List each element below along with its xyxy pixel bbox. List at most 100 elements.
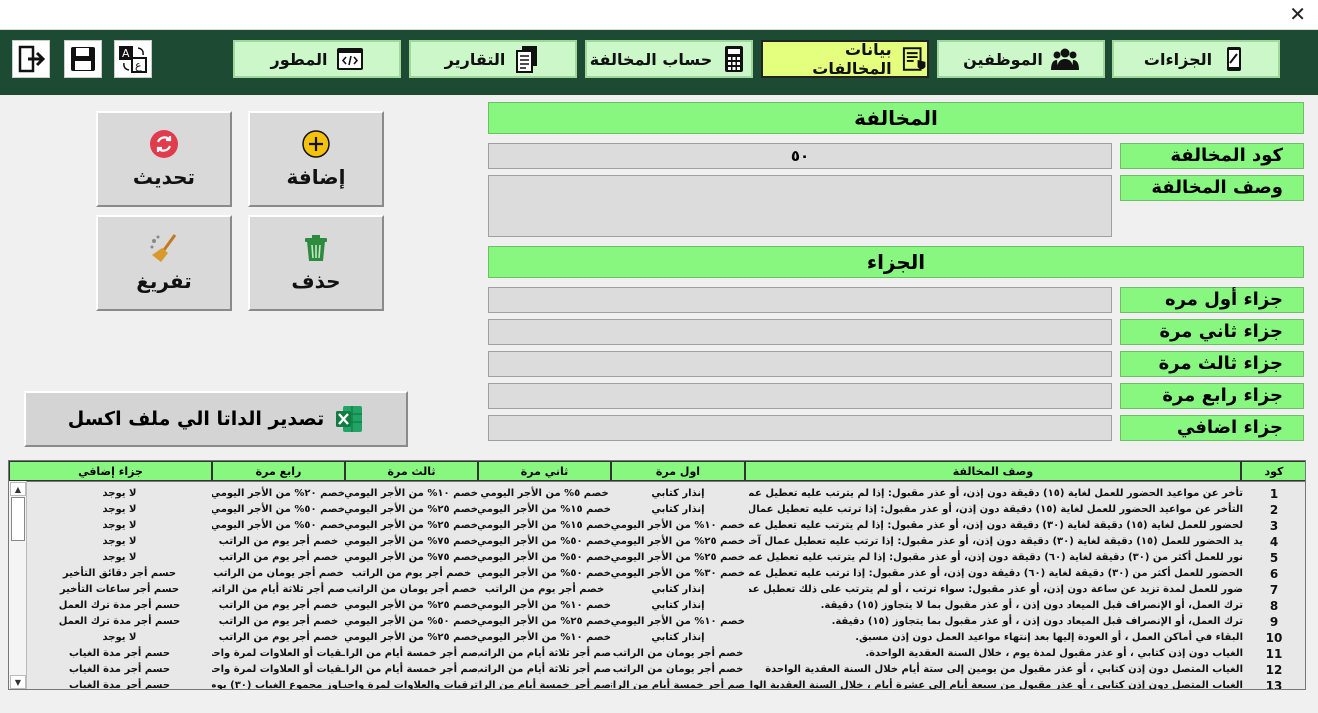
cell-third: ترقيات والعلاوات لمرة واحدة	[345, 680, 478, 690]
violation-code-field[interactable]: ٥٠	[488, 143, 1112, 169]
reports-icon	[516, 46, 538, 73]
cell-desc: يد الحضور للعمل (١٥) دقيقة لغاية (٣٠) دق…	[749, 536, 1243, 547]
second-penalty-field[interactable]	[488, 319, 1112, 345]
nav-reports[interactable]: التقارير	[409, 40, 577, 78]
table-row[interactable]: حسم أجر مدة الغياب ـاوز مجموع الغياب (٣٠)…	[27, 678, 1305, 690]
cell-third: خصم ٢٥% من الأجر اليومي	[345, 504, 478, 515]
column-header-fourth[interactable]: رابع مرة	[212, 461, 345, 481]
column-header-second[interactable]: ثاني مرة	[478, 461, 611, 481]
translate-icon: Aع	[119, 46, 147, 73]
list-scrollbar[interactable]: ▲ ▼	[9, 481, 27, 689]
cell-extra: لا يوجد	[102, 552, 137, 563]
cell-code: 5	[1269, 551, 1279, 565]
cell-fourth: صم أجر ثلاثة أيام من الراتب	[212, 584, 345, 595]
column-header-third[interactable]: ثالث مرة	[345, 461, 478, 481]
nav-violation-calculation-label: حساب المخالفة	[589, 49, 713, 69]
clear-button-label: تفريغ	[136, 269, 192, 293]
nav-employees-label: الموظفين	[963, 49, 1043, 69]
cell-fourth: خصم ٥٠% من الأجر اليومي	[212, 520, 345, 531]
refresh-button[interactable]: تحديث	[96, 111, 232, 207]
table-row[interactable]: لا يوجد خصم أجر يوم من الراتب خصم ٧٥% من ا…	[27, 534, 1305, 550]
developer-icon	[336, 48, 363, 70]
table-row[interactable]: حسم أجر مدة الغياب ـقيات أو العلاوات لمرة…	[27, 646, 1305, 662]
export-excel-button[interactable]: تصدير الداتا الي ملف اكسل	[24, 391, 408, 447]
delete-button[interactable]: حذف	[248, 215, 384, 311]
cell-fourth: ـقيات أو العلاوات لمرة واحدة	[212, 664, 345, 675]
cell-fourth: ـاوز مجموع الغياب (٣٠) يوم	[212, 680, 345, 690]
column-header-first[interactable]: اول مرة	[611, 461, 745, 481]
cell-desc: الغياب المتصل دون إذن كتابي ، أو عذر مقب…	[765, 664, 1243, 675]
cell-code: 11	[1265, 647, 1283, 661]
employees-icon	[1050, 48, 1079, 70]
nav-violation-calculation[interactable]: حساب المخالفة	[585, 40, 753, 78]
nav-violations-data[interactable]: بيانات المخالفات	[761, 40, 929, 78]
close-window-button[interactable]: ✕	[1289, 3, 1306, 25]
trash-icon	[305, 235, 327, 261]
broom-icon	[150, 234, 177, 262]
nav-employees[interactable]: الموظفين	[937, 40, 1105, 78]
delete-button-label: حذف	[291, 269, 341, 293]
nav-reports-label: التقارير	[444, 49, 506, 69]
cell-extra: لا يوجد	[102, 520, 137, 531]
column-header-extra[interactable]: جزاء إضافي	[9, 461, 212, 481]
nav-developer-label: المطور	[270, 49, 328, 69]
cell-extra: حسم أجر مدة الغياب	[68, 680, 171, 690]
cell-desc: ترك العمل، أو الإنصراف قبل الميعاد دون إ…	[820, 600, 1243, 611]
table-row[interactable]: لا يوجد خصم ٢٠% من الأجر اليومي خصم ١٠% من…	[27, 486, 1305, 502]
cell-desc: نور للعمل أكثر من (٣٠) دقيقة لغاية (٦٠) …	[749, 552, 1243, 563]
cell-third: صم أجر خمسة أيام من الراتب	[345, 648, 478, 659]
cell-first: خصم أجر يومان من الراتب	[612, 664, 744, 675]
cell-code: 7	[1269, 583, 1279, 597]
add-button[interactable]: إضافة	[248, 111, 384, 207]
table-row[interactable]: حسم أجر مدة ترك العمل خصم أجر يوم من الرا…	[27, 614, 1305, 630]
scroll-up-icon[interactable]: ▲	[10, 482, 26, 496]
exit-button[interactable]	[12, 40, 50, 78]
svg-text:ع: ع	[135, 59, 142, 72]
nav-developer[interactable]: المطور	[233, 40, 401, 78]
cell-second: خصم ٥٠% من الأجر اليومي	[478, 552, 611, 563]
table-row[interactable]: لا يوجد خصم ٥٠% من الأجر اليومي خصم ٢٥% من…	[27, 518, 1305, 534]
third-penalty-field[interactable]	[488, 351, 1112, 377]
violations-listbox[interactable]: كود وصف المخالفة اول مرة ثاني مرة ثالث م…	[8, 460, 1306, 690]
violation-description-field[interactable]	[488, 175, 1112, 237]
cell-fourth: ـقيات أو العلاوات لمرة واحدة	[212, 648, 345, 659]
fourth-penalty-field[interactable]	[488, 383, 1112, 409]
cell-extra: لا يوجد	[102, 488, 137, 499]
column-header-description[interactable]: وصف المخالفة	[745, 461, 1241, 481]
cell-fourth: خصم ٥٠% من الأجر اليومي	[212, 504, 345, 515]
cell-extra: لا يوجد	[102, 504, 137, 515]
cell-desc: لحضور للعمل لغاية (١٥) دقيقة لغاية (٣٠) …	[749, 520, 1243, 531]
cell-third: خصم ٢٥% من الأجر اليومي	[345, 632, 478, 643]
clear-button[interactable]: تفريغ	[96, 215, 232, 311]
scroll-down-icon[interactable]: ▼	[10, 675, 26, 689]
scroll-thumb[interactable]	[11, 497, 25, 541]
violation-description-label: وصف المخالفة	[1120, 175, 1304, 201]
cell-fourth: خصم أجر يوم من الراتب	[218, 536, 339, 547]
cell-second: خصم ١٠% من الأجر اليومي	[478, 600, 611, 611]
table-row[interactable]: لا يوجد خصم ٥٠% من الأجر اليومي خصم ٢٥% من…	[27, 502, 1305, 518]
table-row[interactable]: حسم أجر مدة ترك العمل خصم أجر يوم من الرا…	[27, 598, 1305, 614]
cell-desc: الغياب المتصل دون إذن كتابي ، أو عذر مقب…	[749, 680, 1243, 690]
extra-penalty-label: جزاء اضافي	[1120, 415, 1304, 441]
extra-penalty-field[interactable]	[488, 415, 1112, 441]
first-penalty-field[interactable]	[488, 287, 1112, 313]
cell-second: صم أجر ثلاثة أيام من الراتب	[478, 664, 611, 675]
save-button[interactable]	[64, 40, 102, 78]
table-row[interactable]: حسم أجر دقائق التأخير خصم أجر يومان من ال…	[27, 566, 1305, 582]
refresh-icon	[150, 130, 178, 158]
cell-desc: ضور للعمل لمدة تزيد عن ساعة دون إذن، أو …	[749, 584, 1243, 595]
cell-first: إنذار كتابي	[651, 584, 705, 595]
cell-third: خصم ٥٠% من الأجر اليومي	[345, 616, 478, 627]
nav-penalties[interactable]: الجزاءات	[1112, 40, 1280, 78]
column-header-code[interactable]: كود	[1241, 461, 1305, 481]
table-row[interactable]: لا يوجد خصم أجر يوم من الراتب خصم ٢٥% من ا…	[27, 630, 1305, 646]
cell-second: خصم ١٥% من الأجر اليومي	[478, 504, 611, 515]
cell-code: 10	[1265, 631, 1283, 645]
table-row[interactable]: لا يوجد خصم أجر يوم من الراتب خصم ٧٥% من ا…	[27, 550, 1305, 566]
translate-button[interactable]: Aع	[114, 40, 152, 78]
cell-third: خصم أجر يوم من الراتب	[351, 568, 472, 579]
cell-code: 1	[1269, 487, 1279, 501]
table-row[interactable]: حسم أجر ساعات التأخير صم أجر ثلاثة أيام م…	[27, 582, 1305, 598]
top-ribbon: Aع الجزاءات الموظفين بيانات المخالفات حس…	[0, 30, 1318, 95]
table-row[interactable]: حسم أجر مدة الغياب ـقيات أو العلاوات لمرة…	[27, 662, 1305, 678]
